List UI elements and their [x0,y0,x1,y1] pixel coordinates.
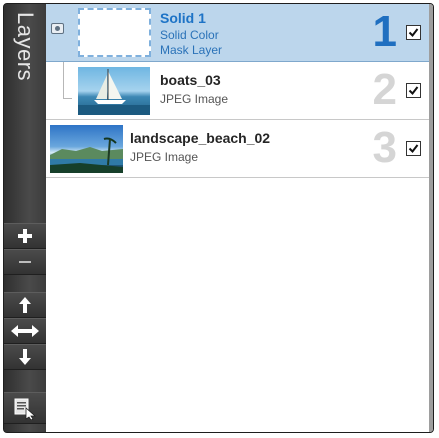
move-horizontal-button[interactable] [4,318,46,344]
remove-layer-button[interactable] [4,249,46,275]
layer-visibility-checkbox[interactable] [406,83,421,98]
layer-row-landscape-beach-02[interactable]: landscape_beach_02 JPEG Image 3 [46,120,429,178]
layer-index: 1 [372,7,397,56]
layers-sidebar: Layers [4,4,46,432]
layer-name: Solid 1 [160,10,206,26]
layer-type: Solid Color [160,28,219,42]
layer-type: JPEG Image [130,150,199,164]
checkmark-icon [408,86,419,96]
layer-thumbnail-beach [50,125,123,173]
move-up-button[interactable] [4,292,46,318]
layer-tree-connector [63,62,72,99]
layer-row-solid-1[interactable]: Solid 1 Solid Color Mask Layer 1 [46,4,429,62]
mask-link-icon[interactable] [51,23,64,34]
checkmark-icon [408,144,419,154]
add-layer-button[interactable] [4,223,46,249]
layer-subtype: Mask Layer [160,43,223,57]
layers-list: Solid 1 Solid Color Mask Layer 1 boats_0… [46,4,433,432]
layer-name: boats_03 [160,72,221,88]
move-down-button[interactable] [4,344,46,370]
sailboat-image [78,69,150,115]
arrow-left-right-icon [11,325,39,337]
beach-image [50,137,123,173]
layers-panel: Layers Solid 1 Solid Color Mask Layer 1 … [3,3,434,433]
panel-title: Layers [8,12,42,102]
plus-icon [18,229,32,243]
layer-properties-button[interactable] [4,392,46,424]
layer-thumbnail-solid [78,8,151,57]
arrow-down-icon [19,349,31,365]
panel-title-text: Layers [13,12,38,82]
minus-icon [19,261,31,263]
layer-index: 2 [372,65,397,114]
layer-thumbnail-boats [78,67,150,115]
layer-type: JPEG Image [160,92,229,106]
checkmark-icon [408,28,419,38]
layer-index: 3 [372,123,397,172]
layer-visibility-checkbox[interactable] [406,25,421,40]
scrollbar[interactable] [429,4,433,432]
properties-cursor-icon [14,398,37,420]
arrow-up-icon [19,297,31,313]
layer-name: landscape_beach_02 [130,130,271,146]
layer-row-boats-03[interactable]: boats_03 JPEG Image 2 [46,62,429,120]
layer-visibility-checkbox[interactable] [406,141,421,156]
